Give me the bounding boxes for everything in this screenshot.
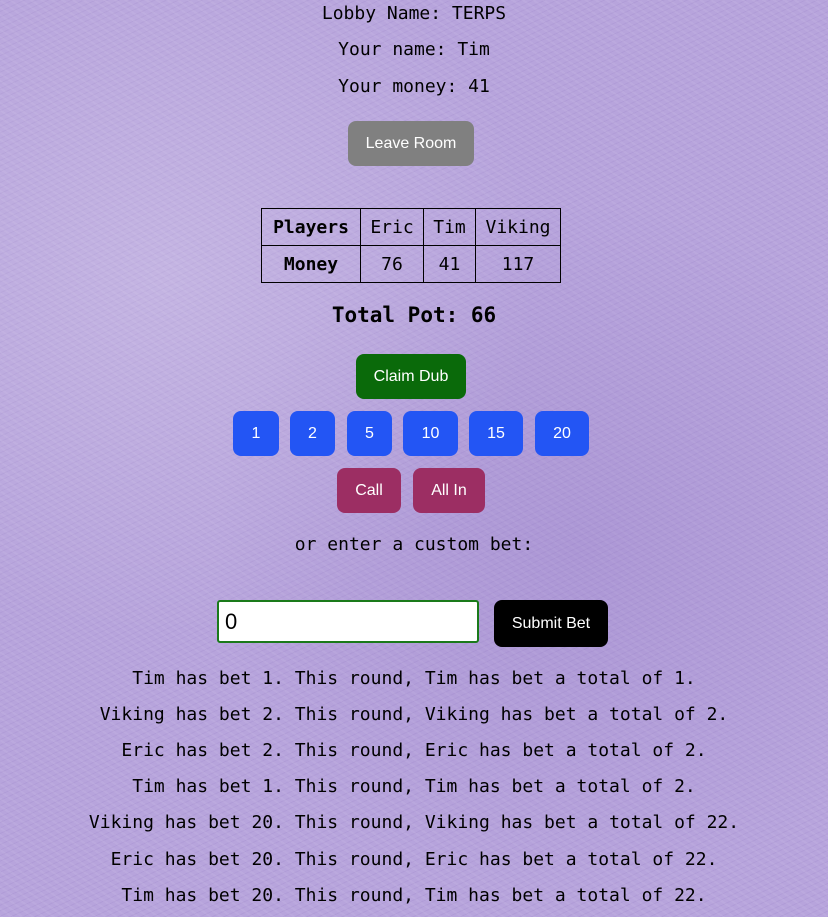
bet-10-button[interactable]: 10 [403, 411, 458, 456]
custom-bet-input[interactable] [217, 600, 479, 643]
bet-log-line: Viking has bet 2. This round, Viking has… [99, 704, 729, 725]
bet-20-button[interactable]: 20 [535, 411, 589, 456]
table-cell-eric-money: 76 [360, 245, 424, 283]
bet-log-line: Tim has bet 1. This round, Tim has bet a… [132, 776, 696, 797]
table-row-label-money: Money [261, 245, 361, 283]
custom-bet-prompt: or enter a custom bet: [294, 534, 534, 555]
claim-dub-button[interactable]: Claim Dub [356, 354, 466, 399]
bet-5-button[interactable]: 5 [347, 411, 392, 456]
lobby-name-text: Lobby Name: TERPS [321, 3, 507, 24]
total-pot-text: Total Pot: 66 [331, 303, 497, 327]
table-header-players: Players [261, 208, 361, 246]
table-cell-viking-money: 117 [475, 245, 561, 283]
bet-1-button[interactable]: 1 [233, 411, 279, 456]
table-row-money: Money 76 41 117 [261, 245, 561, 283]
table-header-viking: Viking [475, 208, 561, 246]
bet-log-line: Eric has bet 2. This round, Eric has bet… [121, 740, 707, 761]
bet-15-button[interactable]: 15 [469, 411, 523, 456]
table-cell-tim-money: 41 [423, 245, 476, 283]
all-in-button[interactable]: All In [413, 468, 485, 513]
bet-log-line: Viking has bet 20. This round, Viking ha… [88, 812, 740, 833]
bet-log-line: Eric has bet 20. This round, Eric has be… [110, 849, 718, 870]
bet-log-line: Tim has bet 1. This round, Tim has bet a… [132, 668, 696, 689]
call-button[interactable]: Call [337, 468, 401, 513]
bet-log-line: Tim has bet 20. This round, Tim has bet … [121, 885, 707, 906]
player-money-text: Your money: 41 [338, 76, 490, 97]
table-header-tim: Tim [423, 208, 476, 246]
player-name-text: Your name: Tim [338, 39, 490, 60]
table-header-eric: Eric [360, 208, 424, 246]
leave-room-button[interactable]: Leave Room [348, 121, 474, 166]
player-money-table: Players Eric Tim Viking Money 76 41 117 [261, 208, 561, 283]
table-row-players: Players Eric Tim Viking [261, 208, 561, 246]
submit-bet-button[interactable]: Submit Bet [494, 600, 608, 647]
bet-2-button[interactable]: 2 [290, 411, 335, 456]
